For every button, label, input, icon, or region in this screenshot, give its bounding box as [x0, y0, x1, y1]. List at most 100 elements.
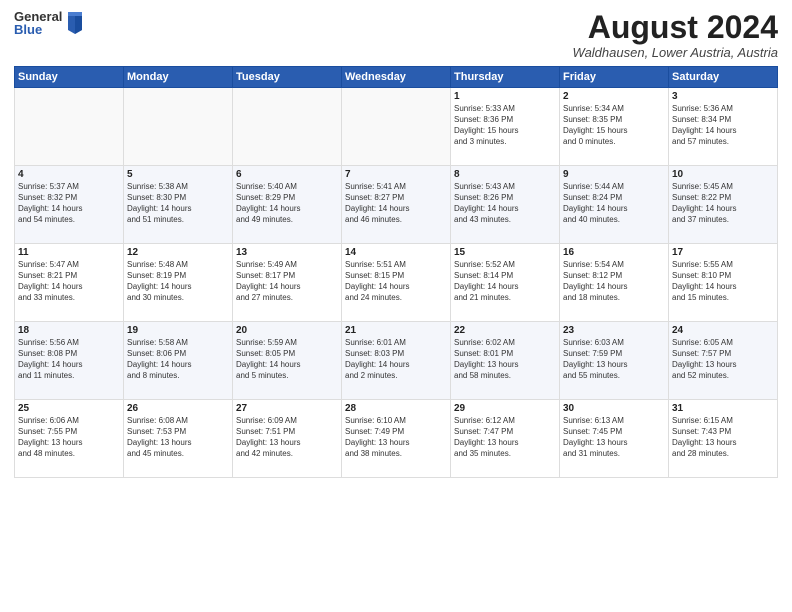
day-number: 6 — [236, 169, 338, 180]
col-sunday: Sunday — [15, 67, 124, 88]
calendar-cell: 11Sunrise: 5:47 AM Sunset: 8:21 PM Dayli… — [15, 244, 124, 322]
day-number: 22 — [454, 325, 556, 336]
day-info: Sunrise: 5:38 AM Sunset: 8:30 PM Dayligh… — [127, 182, 229, 225]
day-number: 28 — [345, 403, 447, 414]
day-info: Sunrise: 6:06 AM Sunset: 7:55 PM Dayligh… — [18, 416, 120, 459]
day-number: 2 — [563, 91, 665, 102]
calendar-cell: 12 Sunrise: 5:48 AM Sunset: 8:19 PM Dayli… — [124, 244, 233, 322]
calendar-cell: 1 Sunrise: 5:33 AM Sunset: 8:36 PM Daylig… — [451, 88, 560, 166]
day-info: Sunrise: 5:37 AM Sunset: 8:32 PM Dayligh… — [18, 182, 120, 225]
calendar-cell: 6 Sunrise: 5:40 AM Sunset: 8:29 PM Daylig… — [233, 166, 342, 244]
calendar-cell: 10 Sunrise: 5:45 AM Sunset: 8:22 PM Dayli… — [669, 166, 778, 244]
day-info: Sunrise: 6:05 AM Sunset: 7:57 PM Dayligh… — [672, 338, 774, 381]
calendar-cell: 2 Sunrise: 5:34 AM Sunset: 8:35 PM Daylig… — [560, 88, 669, 166]
calendar-cell: 23 Sunrise: 6:03 AM Sunset: 7:59 PM Dayli… — [560, 322, 669, 400]
calendar: Sunday Monday Tuesday Wednesday Thursday… — [14, 66, 778, 478]
day-info: Sunrise: 6:12 AM Sunset: 7:47 PM Dayligh… — [454, 416, 556, 459]
calendar-cell: 9Sunrise: 5:44 AM Sunset: 8:24 PM Daylig… — [560, 166, 669, 244]
day-info: Sunrise: 6:08 AM Sunset: 7:53 PM Dayligh… — [127, 416, 229, 459]
calendar-cell: 18 Sunrise: 5:56 AM Sunset: 8:08 PM Dayli… — [15, 322, 124, 400]
page: General Blue August 2024 Waldhausen, Low… — [0, 0, 792, 612]
day-number: 12 — [127, 247, 229, 258]
calendar-body: 1 Sunrise: 5:33 AM Sunset: 8:36 PM Daylig… — [15, 88, 778, 478]
calendar-cell: 15Sunrise: 5:52 AM Sunset: 8:14 PM Dayli… — [451, 244, 560, 322]
day-number: 29 — [454, 403, 556, 414]
day-number: 21 — [345, 325, 447, 336]
day-number: 15 — [454, 247, 556, 258]
day-info: Sunrise: 6:10 AM Sunset: 7:49 PM Dayligh… — [345, 416, 447, 459]
day-info: Sunrise: 5:41 AM Sunset: 8:27 PM Dayligh… — [345, 182, 447, 225]
day-number: 30 — [563, 403, 665, 414]
day-info: Sunrise: 6:09 AM Sunset: 7:51 PM Dayligh… — [236, 416, 338, 459]
col-wednesday: Wednesday — [342, 67, 451, 88]
day-number: 18 — [18, 325, 120, 336]
day-info: Sunrise: 5:45 AM Sunset: 8:22 PM Dayligh… — [672, 182, 774, 225]
day-number: 14 — [345, 247, 447, 258]
calendar-cell — [233, 88, 342, 166]
day-number: 10 — [672, 169, 774, 180]
col-thursday: Thursday — [451, 67, 560, 88]
day-number: 25 — [18, 403, 120, 414]
calendar-cell: 7 Sunrise: 5:41 AM Sunset: 8:27 PM Daylig… — [342, 166, 451, 244]
day-number: 8 — [454, 169, 556, 180]
calendar-cell: 22Sunrise: 6:02 AM Sunset: 8:01 PM Dayli… — [451, 322, 560, 400]
calendar-cell: 31 Sunrise: 6:15 AM Sunset: 7:43 PM Dayli… — [669, 400, 778, 478]
calendar-week-1: 1 Sunrise: 5:33 AM Sunset: 8:36 PM Daylig… — [15, 88, 778, 166]
day-info: Sunrise: 5:54 AM Sunset: 8:12 PM Dayligh… — [563, 260, 665, 303]
day-number: 27 — [236, 403, 338, 414]
day-info: Sunrise: 5:33 AM Sunset: 8:36 PM Dayligh… — [454, 104, 556, 147]
calendar-cell: 5 Sunrise: 5:38 AM Sunset: 8:30 PM Daylig… — [124, 166, 233, 244]
col-tuesday: Tuesday — [233, 67, 342, 88]
day-number: 5 — [127, 169, 229, 180]
logo-icon — [66, 12, 84, 34]
calendar-week-3: 11Sunrise: 5:47 AM Sunset: 8:21 PM Dayli… — [15, 244, 778, 322]
calendar-cell: 13Sunrise: 5:49 AM Sunset: 8:17 PM Dayli… — [233, 244, 342, 322]
month-title: August 2024 — [573, 10, 778, 45]
calendar-week-5: 25 Sunrise: 6:06 AM Sunset: 7:55 PM Dayli… — [15, 400, 778, 478]
day-number: 1 — [454, 91, 556, 102]
calendar-header: Sunday Monday Tuesday Wednesday Thursday… — [15, 67, 778, 88]
day-info: Sunrise: 5:44 AM Sunset: 8:24 PM Dayligh… — [563, 182, 665, 225]
day-info: Sunrise: 5:48 AM Sunset: 8:19 PM Dayligh… — [127, 260, 229, 303]
day-number: 26 — [127, 403, 229, 414]
day-number: 7 — [345, 169, 447, 180]
calendar-cell: 16 Sunrise: 5:54 AM Sunset: 8:12 PM Dayli… — [560, 244, 669, 322]
day-number: 17 — [672, 247, 774, 258]
calendar-cell: 4Sunrise: 5:37 AM Sunset: 8:32 PM Daylig… — [15, 166, 124, 244]
calendar-cell: 28 Sunrise: 6:10 AM Sunset: 7:49 PM Dayli… — [342, 400, 451, 478]
day-info: Sunrise: 5:51 AM Sunset: 8:15 PM Dayligh… — [345, 260, 447, 303]
day-number: 20 — [236, 325, 338, 336]
day-info: Sunrise: 5:40 AM Sunset: 8:29 PM Dayligh… — [236, 182, 338, 225]
day-number: 31 — [672, 403, 774, 414]
day-number: 23 — [563, 325, 665, 336]
day-number: 24 — [672, 325, 774, 336]
location: Waldhausen, Lower Austria, Austria — [573, 45, 778, 60]
day-info: Sunrise: 6:03 AM Sunset: 7:59 PM Dayligh… — [563, 338, 665, 381]
calendar-cell: 8 Sunrise: 5:43 AM Sunset: 8:26 PM Daylig… — [451, 166, 560, 244]
day-info: Sunrise: 5:43 AM Sunset: 8:26 PM Dayligh… — [454, 182, 556, 225]
col-friday: Friday — [560, 67, 669, 88]
calendar-week-2: 4Sunrise: 5:37 AM Sunset: 8:32 PM Daylig… — [15, 166, 778, 244]
calendar-cell: 27 Sunrise: 6:09 AM Sunset: 7:51 PM Dayli… — [233, 400, 342, 478]
calendar-cell: 17Sunrise: 5:55 AM Sunset: 8:10 PM Dayli… — [669, 244, 778, 322]
calendar-cell: 24 Sunrise: 6:05 AM Sunset: 7:57 PM Dayli… — [669, 322, 778, 400]
day-info: Sunrise: 6:15 AM Sunset: 7:43 PM Dayligh… — [672, 416, 774, 459]
calendar-cell: 26 Sunrise: 6:08 AM Sunset: 7:53 PM Dayli… — [124, 400, 233, 478]
day-info: Sunrise: 5:59 AM Sunset: 8:05 PM Dayligh… — [236, 338, 338, 381]
calendar-cell: 21Sunrise: 6:01 AM Sunset: 8:03 PM Dayli… — [342, 322, 451, 400]
calendar-cell: 14 Sunrise: 5:51 AM Sunset: 8:15 PM Dayli… — [342, 244, 451, 322]
day-info: Sunrise: 5:49 AM Sunset: 8:17 PM Dayligh… — [236, 260, 338, 303]
header: General Blue August 2024 Waldhausen, Low… — [14, 10, 778, 60]
day-info: Sunrise: 5:56 AM Sunset: 8:08 PM Dayligh… — [18, 338, 120, 381]
day-info: Sunrise: 5:34 AM Sunset: 8:35 PM Dayligh… — [563, 104, 665, 147]
logo-text: General Blue — [14, 10, 62, 36]
header-row: Sunday Monday Tuesday Wednesday Thursday… — [15, 67, 778, 88]
calendar-cell — [15, 88, 124, 166]
calendar-cell: 20 Sunrise: 5:59 AM Sunset: 8:05 PM Dayli… — [233, 322, 342, 400]
day-number: 16 — [563, 247, 665, 258]
calendar-cell: 19Sunrise: 5:58 AM Sunset: 8:06 PM Dayli… — [124, 322, 233, 400]
calendar-week-4: 18 Sunrise: 5:56 AM Sunset: 8:08 PM Dayli… — [15, 322, 778, 400]
calendar-cell: 29 Sunrise: 6:12 AM Sunset: 7:47 PM Dayli… — [451, 400, 560, 478]
calendar-cell: 25 Sunrise: 6:06 AM Sunset: 7:55 PM Dayli… — [15, 400, 124, 478]
day-info: Sunrise: 5:47 AM Sunset: 8:21 PM Dayligh… — [18, 260, 120, 303]
